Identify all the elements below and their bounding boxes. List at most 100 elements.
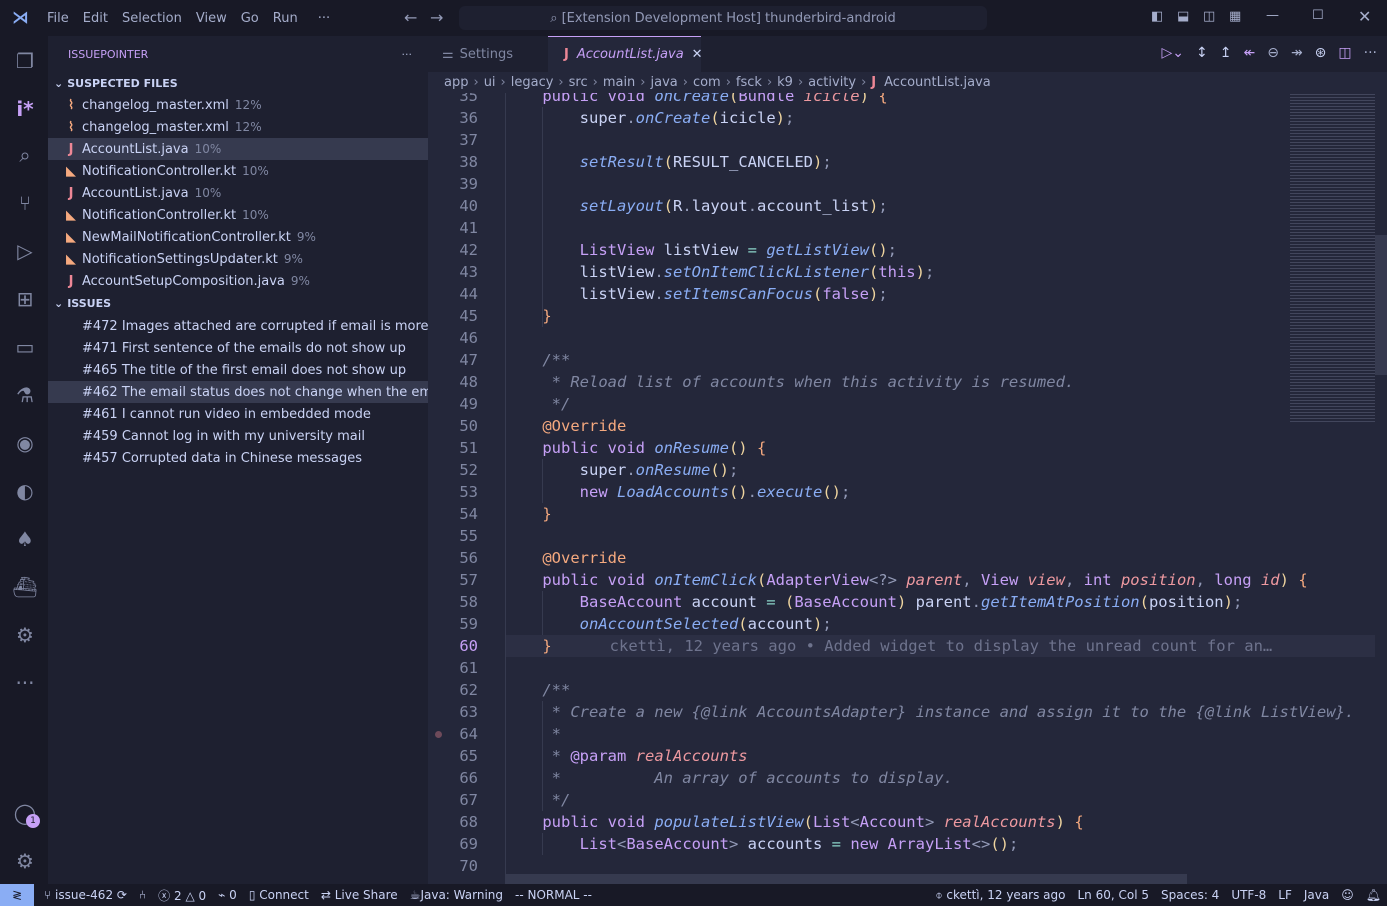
menu-go[interactable]: Go (241, 11, 259, 26)
live-share-icon[interactable]: ◐ (12, 478, 38, 504)
live-share-item[interactable]: ⇄ Live Share (321, 888, 398, 902)
forward-arrow-icon[interactable]: → (430, 8, 443, 27)
issue-item[interactable]: #459 Cannot log in with my university ma… (48, 425, 428, 447)
issuepointer-icon[interactable]: i* (12, 96, 38, 122)
git-upload-icon[interactable]: ↥ (1220, 45, 1232, 61)
issue-item[interactable]: #471 First sentence of the emails do not… (48, 337, 428, 359)
menu-selection[interactable]: Selection (122, 11, 182, 26)
source-control-icon[interactable]: ⑂ (12, 190, 38, 216)
issue-item[interactable]: #465 The title of the first email does n… (48, 359, 428, 381)
suspected-file-item[interactable]: ◣ NotificationController.kt 10% (48, 160, 428, 182)
menu-run[interactable]: Run (273, 11, 298, 26)
more-actions-icon[interactable]: ··· (1364, 45, 1377, 61)
end-of-line[interactable]: LF (1278, 888, 1292, 902)
maximize-button[interactable]: ☐ (1312, 8, 1324, 23)
match-percent: 10% (194, 142, 222, 156)
suspected-file-item[interactable]: ◣ NewMailNotificationController.kt 9% (48, 226, 428, 248)
breadcrumb-item[interactable]: fsck (736, 75, 762, 90)
menu-view[interactable]: View (196, 11, 227, 26)
breadcrumb-item[interactable]: k9 (777, 75, 793, 90)
menu-more[interactable]: ··· (318, 11, 330, 26)
manage-gear-icon[interactable]: ⚙ (12, 848, 38, 874)
code-token: ) (915, 263, 925, 281)
split-editor-icon[interactable]: ◫ (1338, 45, 1351, 61)
remote-settings-icon[interactable]: ⚙ (12, 622, 38, 648)
encoding[interactable]: UTF-8 (1231, 888, 1266, 902)
run-icon[interactable]: ▷⌄ (1162, 45, 1185, 61)
toggle-secondary-sidebar-icon[interactable]: ◫ (1203, 9, 1215, 24)
more-actions-icon[interactable]: ··· (402, 48, 413, 61)
problems-item[interactable]: ⓧ 2 △ 0 (158, 887, 206, 904)
breadcrumb-item[interactable]: legacy (511, 75, 554, 90)
vertical-scrollbar[interactable] (1375, 235, 1387, 375)
breadcrumb-item[interactable]: java (651, 75, 678, 90)
indentation[interactable]: Spaces: 4 (1161, 888, 1219, 902)
explorer-icon[interactable]: ❐ (12, 48, 38, 74)
extensions-icon[interactable]: ⊞ (12, 286, 38, 312)
accounts-icon[interactable]: ◯ 1 (12, 800, 40, 828)
suspected-file-item[interactable]: ◣ NotificationController.kt 10% (48, 204, 428, 226)
search-icon[interactable]: ⌕ (12, 142, 38, 168)
minimize-button[interactable]: — (1266, 8, 1279, 23)
code-editor[interactable]: 35 public void onCreate(Bundle icicle) {… (428, 93, 1387, 884)
git-graph-icon[interactable]: ⊛ (1315, 45, 1327, 61)
close-window-button[interactable]: ✕ (1358, 7, 1371, 26)
more-views-icon[interactable]: ··· (12, 670, 38, 696)
docker-icon[interactable]: ⛴ (12, 574, 38, 600)
copilot-icon[interactable]: ☺ (1341, 888, 1354, 902)
issue-item[interactable]: #457 Corrupted data in Chinese messages (48, 447, 428, 469)
github-icon[interactable]: ◉ (12, 430, 38, 456)
java-status-item[interactable]: ☕Java: Warning (410, 888, 503, 902)
toggle-panel-icon[interactable]: ⬓ (1177, 9, 1189, 24)
notifications-bell-icon[interactable]: 🔔︎ (1366, 888, 1381, 902)
suspected-file-item[interactable]: ⌇ changelog_master.xml 12% (48, 116, 428, 138)
horizontal-scrollbar[interactable] (505, 874, 1187, 884)
suspected-files-header[interactable]: ⌄ SUSPECTED FILES (48, 72, 428, 94)
suspected-file-item[interactable]: ⌇ changelog_master.xml 12% (48, 94, 428, 116)
minimap[interactable] (1290, 93, 1375, 423)
tab-accountlist-java[interactable]: J AccountList.java ✕ (548, 36, 703, 72)
git-graph-status-icon[interactable]: ⑃ (139, 888, 146, 902)
breadcrumb-item[interactable]: app (444, 75, 468, 90)
close-tab-icon[interactable]: ✕ (692, 47, 703, 62)
suspected-file-item[interactable]: J AccountList.java 10% (48, 182, 428, 204)
suspected-file-item[interactable]: ◣ NotificationSettingsUpdater.kt 9% (48, 248, 428, 270)
branch-item[interactable]: ⑂ issue-462 ⟳ (44, 888, 127, 902)
git-compare-icon[interactable]: ↕ (1196, 45, 1208, 61)
remote-indicator[interactable]: ≷ (0, 884, 34, 906)
command-center-search[interactable]: ⌕ [Extension Development Host] thunderbir… (459, 6, 987, 30)
remote-explorer-icon[interactable]: ▭ (12, 334, 38, 360)
language-mode[interactable]: Java (1304, 888, 1329, 902)
next-change-icon[interactable]: ↠ (1291, 45, 1303, 61)
tab-settings[interactable]: ⚌ Settings (428, 36, 548, 72)
code-line: setResult(RESULT_CANCELED); (505, 151, 832, 173)
commit-icon[interactable]: ⊖ (1267, 45, 1279, 61)
suspected-file-item[interactable]: J AccountList.java 10% (48, 138, 428, 160)
breakpoint-hint-icon[interactable] (435, 731, 442, 738)
back-arrow-icon[interactable]: ← (404, 8, 417, 27)
issue-item[interactable]: #461 I cannot run video in embedded mode (48, 403, 428, 425)
code-token: () (728, 439, 748, 457)
run-debug-icon[interactable]: ▷ (12, 238, 38, 264)
connect-item[interactable]: ▯ Connect (249, 888, 309, 902)
breadcrumb-item[interactable]: main (603, 75, 635, 90)
cursor-position[interactable]: Ln 60, Col 5 (1077, 888, 1149, 902)
mongodb-leaf-icon[interactable]: ♠ (12, 526, 38, 552)
breadcrumb-item[interactable]: AccountList.java (884, 75, 991, 90)
testing-icon[interactable]: ⚗ (12, 382, 38, 408)
blame-item[interactable]: ⌽ ckettì, 12 years ago (935, 888, 1065, 903)
customize-layout-icon[interactable]: ▦ (1229, 9, 1241, 24)
issue-item[interactable]: #462 The email status does not change wh… (48, 381, 428, 403)
breadcrumb-item[interactable]: ui (484, 75, 496, 90)
issue-item[interactable]: #472 Images attached are corrupted if em… (48, 315, 428, 337)
breadcrumb-item[interactable]: src (569, 75, 588, 90)
suspected-file-item[interactable]: J AccountSetupComposition.java 9% (48, 270, 428, 292)
toggle-sidebar-icon[interactable]: ◧ (1151, 9, 1163, 24)
breadcrumb-item[interactable]: activity (808, 75, 856, 90)
menu-file[interactable]: File (47, 11, 69, 26)
issues-header[interactable]: ⌄ ISSUES (48, 292, 428, 314)
breadcrumb-item[interactable]: com (693, 75, 721, 90)
previous-change-icon[interactable]: ↞ (1243, 45, 1255, 61)
ports-item[interactable]: ⌁ 0 (218, 888, 237, 902)
menu-edit[interactable]: Edit (83, 11, 108, 26)
